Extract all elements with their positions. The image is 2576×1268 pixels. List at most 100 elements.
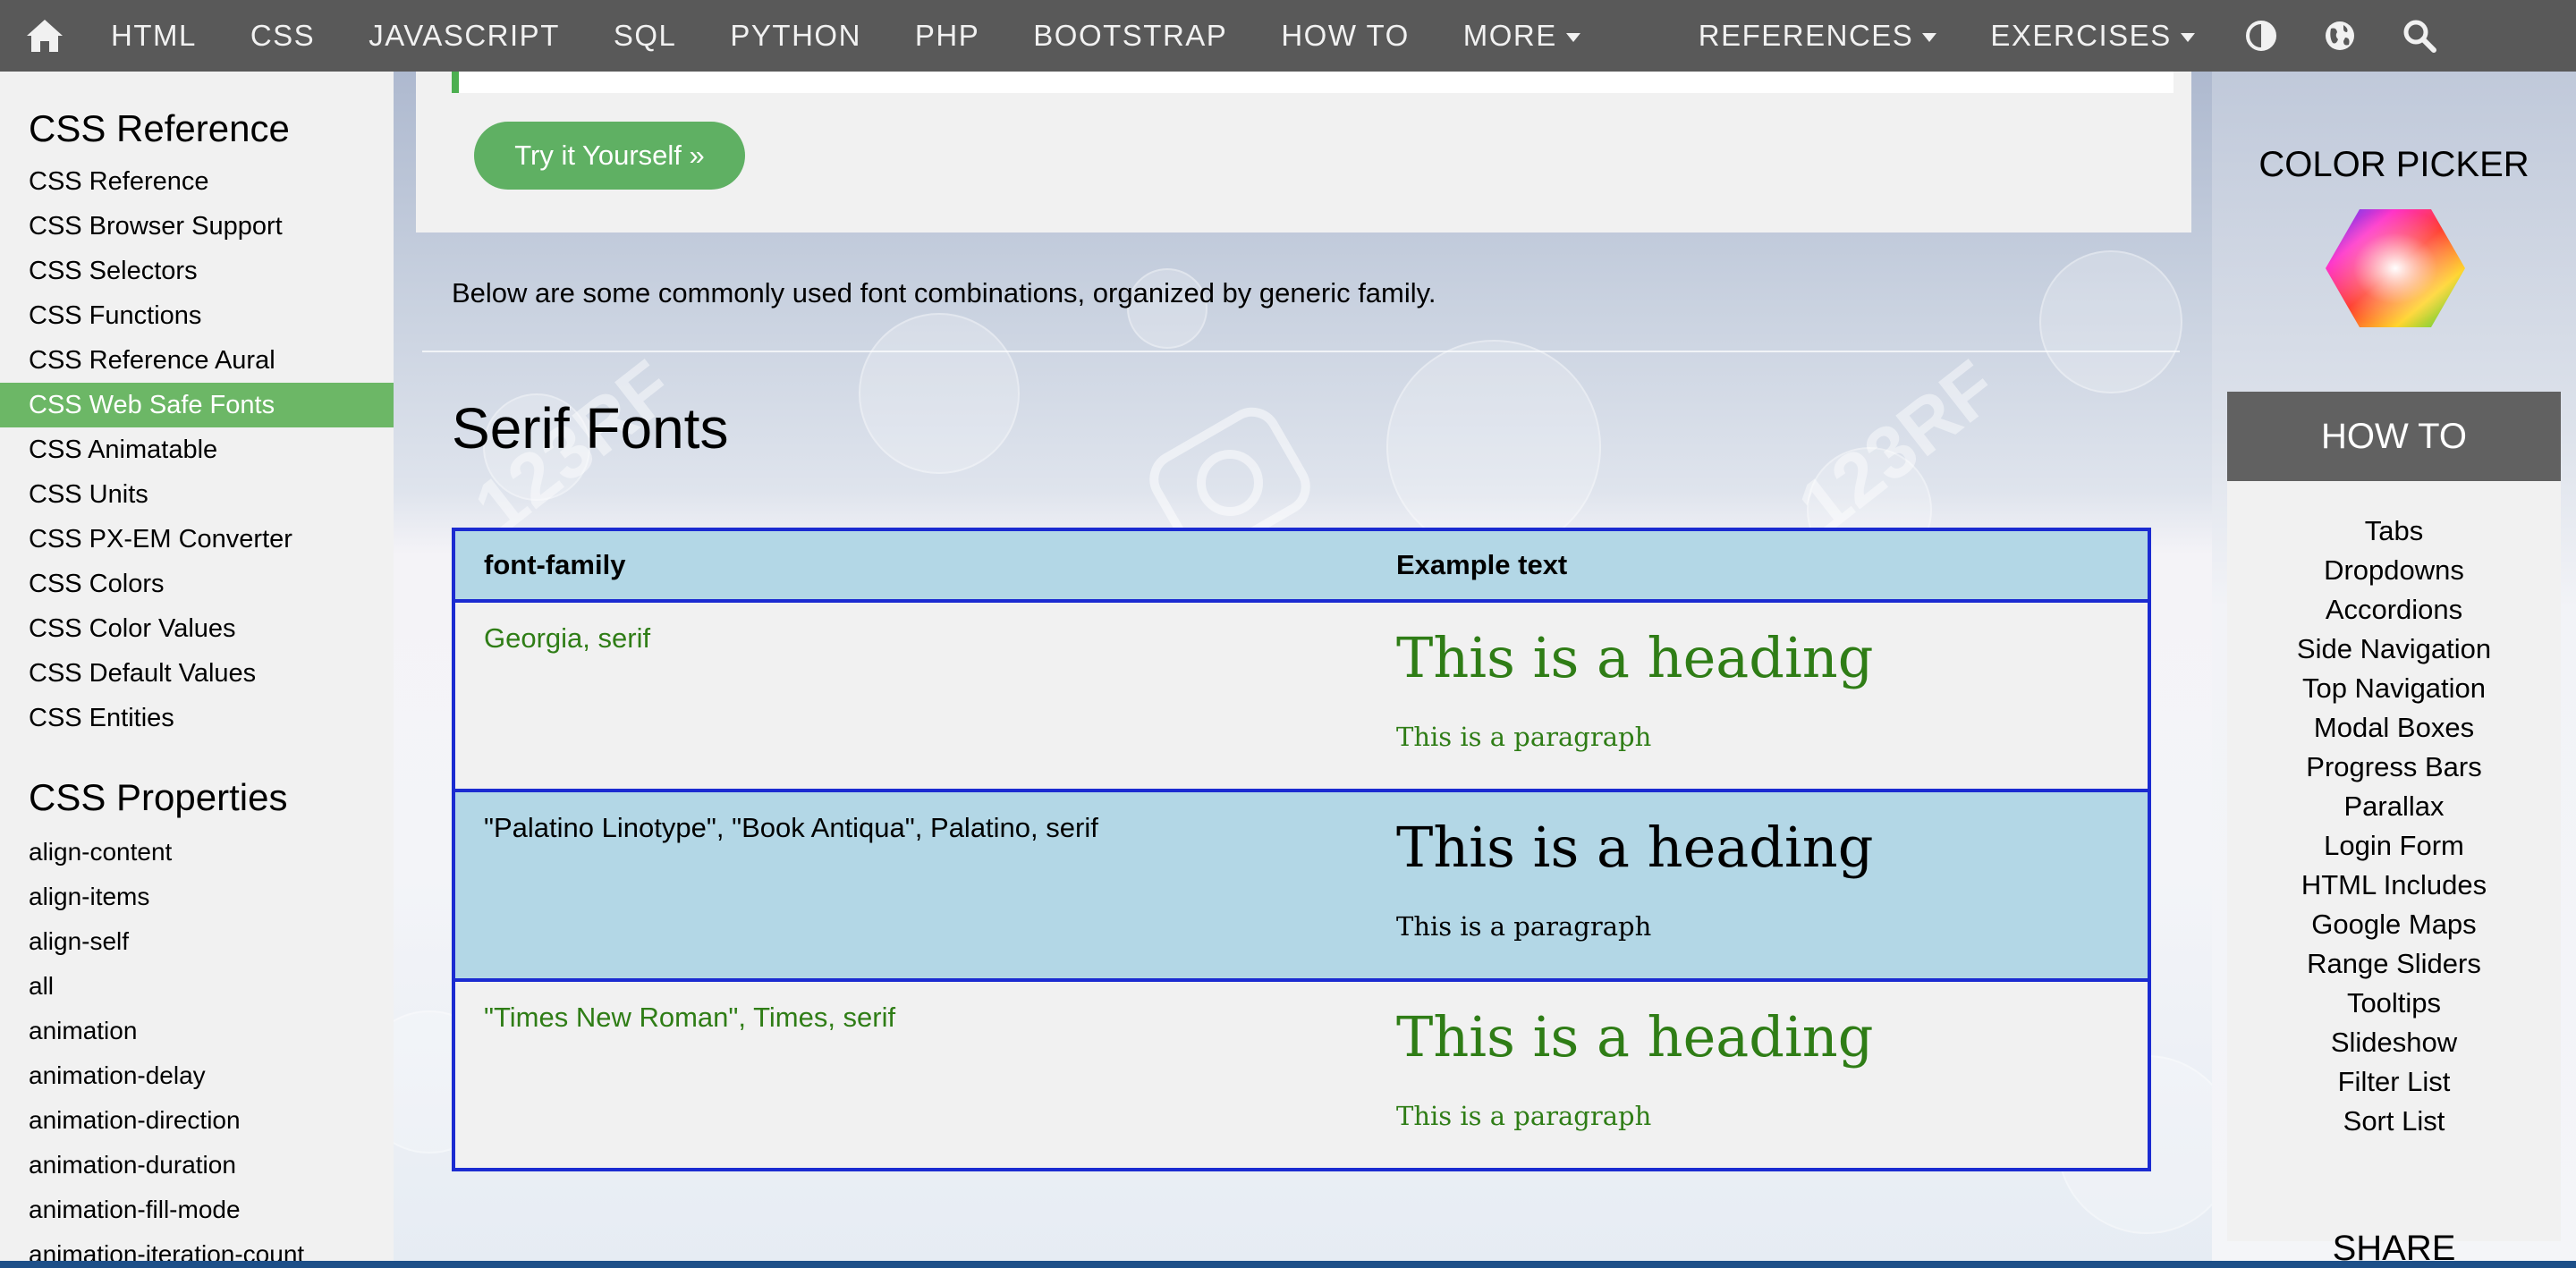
sidebar-item-web-safe-fonts[interactable]: CSS Web Safe Fonts [0, 383, 394, 427]
chevron-down-icon [2180, 33, 2195, 42]
how-to-link[interactable]: Sort List [2227, 1102, 2561, 1141]
example-paragraph: This is a paragraph [1396, 911, 1652, 942]
nav-python[interactable]: PYTHON [703, 0, 888, 72]
how-to-link[interactable]: HTML Includes [2227, 866, 2561, 905]
how-to-link[interactable]: Range Sliders [2227, 944, 2561, 984]
sidebar-prop-link[interactable]: animation-duration [0, 1143, 394, 1188]
chevron-down-icon [1565, 33, 1580, 42]
home-link[interactable] [0, 0, 84, 72]
intro-text: Below are some commonly used font combin… [452, 277, 1436, 309]
example-cell: This is a heading This is a paragraph [1368, 980, 2149, 1171]
how-to-link[interactable]: Slideshow [2227, 1023, 2561, 1062]
sidebar-reference-list: CSS Reference CSS Browser Support CSS Se… [0, 159, 394, 740]
color-picker-icon[interactable] [2324, 206, 2467, 331]
font-family-cell: "Times New Roman", Times, serif [453, 980, 1368, 1171]
how-to-link[interactable]: Accordions [2227, 590, 2561, 630]
sidebar-prop-link[interactable]: animation-fill-mode [0, 1188, 394, 1232]
sidebar-properties-list: align-content align-items align-self all… [0, 830, 394, 1268]
how-to-link[interactable]: Side Navigation [2227, 630, 2561, 669]
how-to-link[interactable]: Dropdowns [2227, 551, 2561, 590]
svg-text:123RF: 123RF [1783, 344, 2012, 549]
section-title-serif: Serif Fonts [452, 396, 729, 461]
nav-exercises-label: EXERCISES [1990, 19, 2172, 52]
sidebar-item-color-values[interactable]: CSS Color Values [0, 606, 394, 651]
sidebar-item-reference-aural[interactable]: CSS Reference Aural [0, 338, 394, 383]
table-header-row: font-family Example text [453, 529, 2149, 603]
table-row: Georgia, serif This is a heading This is… [453, 601, 2149, 792]
try-it-yourself-button[interactable]: Try it Yourself » [474, 122, 745, 190]
nav-css[interactable]: CSS [224, 0, 342, 72]
sidebar-item-px-em-converter[interactable]: CSS PX-EM Converter [0, 517, 394, 562]
sidebar-prop-link[interactable]: all [0, 964, 394, 1009]
how-to-link[interactable]: Progress Bars [2227, 748, 2561, 787]
how-to-link[interactable]: Parallax [2227, 787, 2561, 826]
search-icon [2403, 20, 2436, 53]
example-cell: This is a heading This is a paragraph [1368, 790, 2149, 982]
globe-icon [2325, 21, 2354, 50]
chevron-down-icon [1922, 33, 1937, 42]
example-box: Try it Yourself » [416, 72, 2191, 232]
how-to-link[interactable]: Tooltips [2227, 984, 2561, 1023]
how-to-list: Tabs Dropdowns Accordions Side Navigatio… [2227, 481, 2561, 1241]
nav-html[interactable]: HTML [84, 0, 224, 72]
sidebar-item-browser-support[interactable]: CSS Browser Support [0, 204, 394, 249]
example-heading: This is a heading [1396, 815, 1874, 880]
right-sidebar: COLOR PICKER HOW TO Tabs Dropdowns Accor… [2212, 72, 2576, 1268]
how-to-link[interactable]: Modal Boxes [2227, 708, 2561, 748]
sidebar-item-units[interactable]: CSS Units [0, 472, 394, 517]
sidebar-prop-link[interactable]: animation [0, 1009, 394, 1053]
translate-button[interactable] [2301, 0, 2379, 72]
nav-bootstrap[interactable]: BOOTSTRAP [1006, 0, 1254, 72]
sidebar-item-functions[interactable]: CSS Functions [0, 293, 394, 338]
editor-status-bar [0, 1261, 2576, 1268]
sidebar-item-css-reference[interactable]: CSS Reference [0, 159, 394, 204]
how-to-link[interactable]: Tabs [2227, 511, 2561, 551]
sidebar-prop-link[interactable]: align-self [0, 919, 394, 964]
left-sidebar: CSS Reference CSS Reference CSS Browser … [0, 72, 394, 1268]
sidebar-item-default-values[interactable]: CSS Default Values [0, 651, 394, 696]
example-heading: This is a heading [1396, 625, 1874, 690]
sidebar-item-entities[interactable]: CSS Entities [0, 696, 394, 740]
nav-exercises-dropdown[interactable]: EXERCISES [1963, 0, 2221, 72]
nav-how-to[interactable]: HOW TO [1254, 0, 1436, 72]
font-family-cell: Georgia, serif [453, 601, 1368, 792]
code-example [452, 72, 2174, 93]
sidebar-item-colors[interactable]: CSS Colors [0, 562, 394, 606]
sidebar-prop-link[interactable]: animation-direction [0, 1098, 394, 1143]
sidebar-prop-link[interactable]: align-content [0, 830, 394, 875]
how-to-link[interactable]: Login Form [2227, 826, 2561, 866]
example-cell: This is a heading This is a paragraph [1368, 601, 2149, 792]
nav-more-dropdown[interactable]: MORE [1436, 0, 1607, 72]
column-header-font-family: font-family [453, 529, 1368, 603]
sidebar-item-selectors[interactable]: CSS Selectors [0, 249, 394, 293]
sidebar-properties-title: CSS Properties [29, 776, 288, 818]
nav-more-label: MORE [1462, 19, 1557, 52]
how-to-link[interactable]: Filter List [2227, 1062, 2561, 1102]
font-family-cell: "Palatino Linotype", "Book Antiqua", Pal… [453, 790, 1368, 982]
nav-javascript[interactable]: JAVASCRIPT [342, 0, 587, 72]
sidebar-item-animatable[interactable]: CSS Animatable [0, 427, 394, 472]
theme-toggle-button[interactable] [2222, 0, 2301, 72]
how-to-link[interactable]: Top Navigation [2227, 669, 2561, 708]
sidebar-reference-title: CSS Reference [29, 107, 290, 149]
color-picker-title: COLOR PICKER [2258, 145, 2529, 184]
main-content: 123RF 123RF Try it Yourself » Below are … [394, 72, 2212, 1268]
nav-sql[interactable]: SQL [587, 0, 704, 72]
nav-references-label: REFERENCES [1698, 19, 1914, 52]
example-paragraph: This is a paragraph [1396, 1101, 1652, 1131]
search-button[interactable] [2379, 0, 2460, 72]
example-heading: This is a heading [1396, 1004, 1874, 1069]
home-icon [27, 20, 63, 52]
sidebar-prop-link[interactable]: animation-delay [0, 1053, 394, 1098]
sidebar-prop-link[interactable]: align-items [0, 875, 394, 919]
nav-references-dropdown[interactable]: REFERENCES [1672, 0, 1964, 72]
column-header-example: Example text [1368, 529, 2149, 603]
how-to-header: HOW TO [2227, 392, 2561, 481]
top-navigation: HTML CSS JAVASCRIPT SQL PYTHON PHP BOOTS… [0, 0, 2576, 72]
table-row: "Palatino Linotype", "Book Antiqua", Pal… [453, 790, 2149, 982]
how-to-link[interactable]: Google Maps [2227, 905, 2561, 944]
contrast-icon [2245, 21, 2276, 51]
serif-fonts-table: font-family Example text Georgia, serif … [452, 528, 2151, 1171]
nav-php[interactable]: PHP [888, 0, 1006, 72]
divider [422, 351, 2180, 352]
